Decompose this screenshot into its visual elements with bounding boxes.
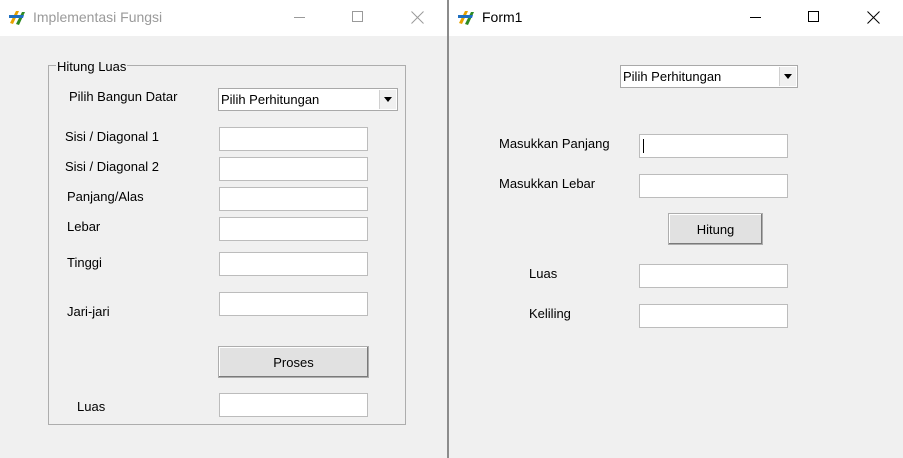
panjang-alas-input[interactable] bbox=[219, 187, 368, 211]
close-icon bbox=[867, 11, 880, 24]
sisi-diagonal-2-input[interactable] bbox=[219, 157, 368, 181]
lebar-input[interactable] bbox=[639, 174, 788, 198]
close-button[interactable] bbox=[395, 0, 441, 36]
title-bar: Form1 bbox=[449, 0, 903, 36]
maximize-button[interactable] bbox=[335, 0, 381, 36]
window-title: Implementasi Fungsi bbox=[33, 9, 163, 25]
label-pilih-bangun-datar: Pilih Bangun Datar bbox=[69, 89, 178, 104]
label-sisi-diagonal-1: Sisi / Diagonal 1 bbox=[65, 129, 159, 144]
sisi-diagonal-1-input[interactable] bbox=[219, 127, 368, 151]
chevron-down-icon[interactable] bbox=[379, 90, 396, 109]
maximize-icon bbox=[808, 11, 819, 22]
hitung-button[interactable]: Hitung bbox=[668, 213, 763, 245]
label-masukkan-lebar: Masukkan Lebar bbox=[499, 176, 596, 191]
bangun-datar-select-value: Pilih Perhitungan bbox=[221, 92, 320, 107]
label-luas: Luas bbox=[77, 399, 106, 414]
tinggi-input[interactable] bbox=[219, 252, 368, 276]
window-title: Form1 bbox=[482, 9, 523, 25]
keliling-output[interactable] bbox=[639, 304, 788, 328]
close-icon bbox=[411, 11, 424, 24]
maximize-button[interactable] bbox=[791, 0, 837, 36]
group-title: Hitung Luas bbox=[56, 59, 128, 74]
label-masukkan-panjang: Masukkan Panjang bbox=[499, 136, 610, 151]
title-bar: Implementasi Fungsi bbox=[0, 0, 448, 36]
proses-button[interactable]: Proses bbox=[218, 346, 369, 378]
label-lebar: Lebar bbox=[67, 219, 101, 234]
app-form-icon bbox=[9, 11, 25, 25]
panjang-input[interactable] bbox=[639, 134, 788, 158]
minimize-button[interactable] bbox=[733, 0, 779, 36]
label-panjang-alas: Panjang/Alas bbox=[67, 189, 144, 204]
window-implementasi-fungsi: Implementasi Fungsi Hitung Luas Pilih Ba… bbox=[0, 0, 448, 458]
label-luas: Luas bbox=[529, 266, 558, 281]
label-tinggi: Tinggi bbox=[67, 255, 102, 270]
bangun-datar-select[interactable]: Pilih Perhitungan bbox=[218, 88, 398, 111]
label-sisi-diagonal-2: Sisi / Diagonal 2 bbox=[65, 159, 159, 174]
luas-output[interactable] bbox=[639, 264, 788, 288]
jari-jari-input[interactable] bbox=[219, 292, 368, 316]
perhitungan-select[interactable]: Pilih Perhitungan bbox=[620, 65, 798, 88]
minimize-icon bbox=[750, 17, 761, 18]
maximize-icon bbox=[352, 11, 363, 22]
label-jari-jari: Jari-jari bbox=[67, 304, 110, 319]
app-form-icon bbox=[458, 11, 474, 25]
label-keliling: Keliling bbox=[529, 306, 571, 321]
lebar-input[interactable] bbox=[219, 217, 368, 241]
window-form1: Form1 Pilih Perhitungan Masukkan Panjang… bbox=[449, 0, 903, 458]
perhitungan-select-value: Pilih Perhitungan bbox=[623, 69, 722, 84]
luas-output[interactable] bbox=[219, 393, 368, 417]
minimize-icon bbox=[294, 17, 305, 18]
chevron-down-icon[interactable] bbox=[779, 67, 796, 86]
close-button[interactable] bbox=[851, 0, 897, 36]
minimize-button[interactable] bbox=[277, 0, 323, 36]
